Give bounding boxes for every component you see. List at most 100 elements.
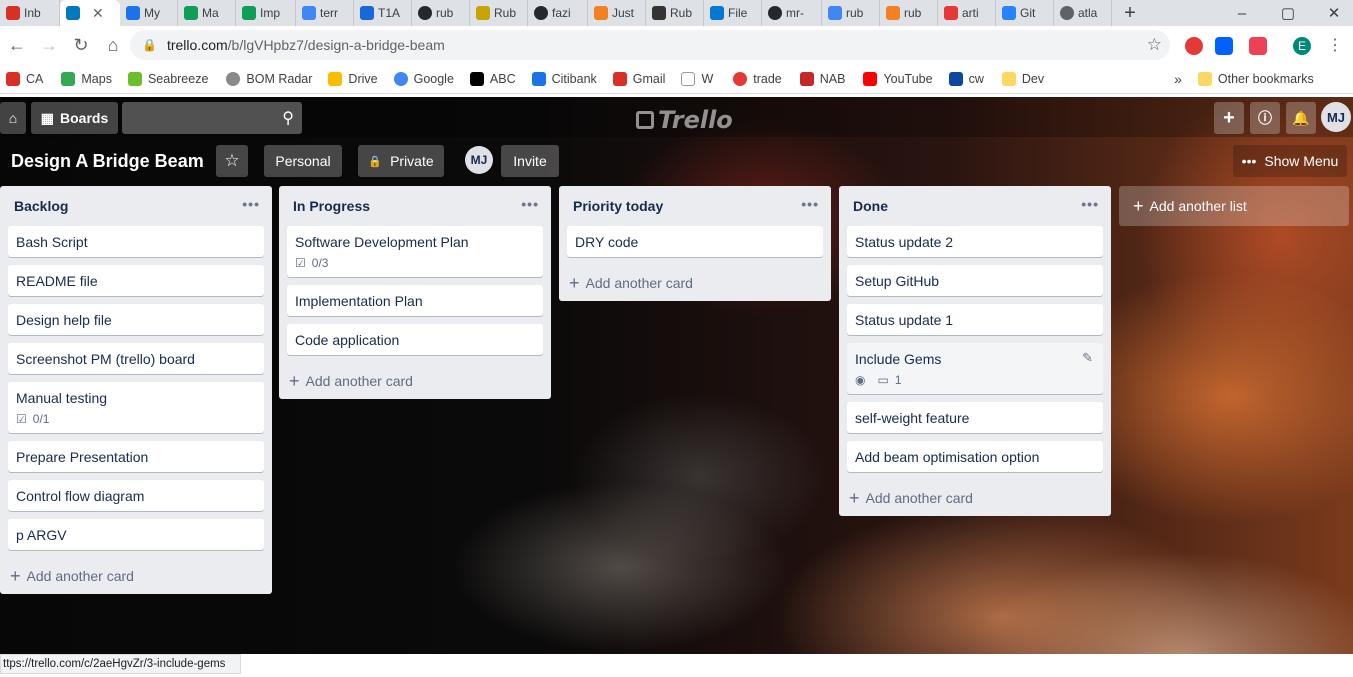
bookmark-gmail[interactable]: Gmail xyxy=(612,71,665,86)
card[interactable]: Prepare Presentation xyxy=(8,441,264,472)
card[interactable]: Include Gems ✎ ◉ ▭ 1 xyxy=(847,343,1103,394)
new-tab-button[interactable]: + xyxy=(1116,2,1144,25)
close-window-button[interactable]: ✕ xyxy=(1311,0,1353,26)
opera-extension-icon[interactable] xyxy=(1185,37,1203,55)
browser-tab[interactable]: rub xyxy=(880,0,938,26)
card[interactable]: Design help file xyxy=(8,304,264,335)
browser-tab[interactable]: File xyxy=(704,0,762,26)
card[interactable]: self-weight feature xyxy=(847,402,1103,433)
browser-tab[interactable]: arti xyxy=(938,0,996,26)
edit-card-pencil-icon[interactable]: ✎ xyxy=(1082,350,1093,366)
list-menu-icon[interactable]: ••• xyxy=(801,196,819,212)
reload-button[interactable]: ↻ xyxy=(66,30,96,60)
browser-tab[interactable]: Just xyxy=(588,0,646,26)
home-button[interactable]: ⌂ xyxy=(98,30,128,60)
add-card-button[interactable]: + Add another card xyxy=(839,480,1111,516)
browser-tab[interactable]: mr- xyxy=(762,0,822,26)
add-list-button[interactable]: + Add another list xyxy=(1119,186,1349,226)
address-bar[interactable]: 🔒 trello.com/b/lgVHpbz7/design-a-bridge-… xyxy=(130,30,1170,60)
create-button[interactable]: + xyxy=(1214,102,1244,134)
info-button[interactable]: ⓘ xyxy=(1250,102,1280,134)
browser-tab[interactable]: My xyxy=(120,0,178,26)
bookmark-drive[interactable]: Drive xyxy=(328,71,378,86)
bookmark-bom-radar[interactable]: BOM Radar xyxy=(226,71,312,86)
other-bookmarks[interactable]: Other bookmarks xyxy=(1197,71,1314,86)
list-header[interactable]: Backlog ••• xyxy=(0,186,272,226)
search-input[interactable]: ⚲ xyxy=(122,102,302,134)
card[interactable]: README file xyxy=(8,265,264,296)
bookmark-seabreeze[interactable]: Seabreeze xyxy=(127,71,208,86)
browser-tab[interactable]: T1A xyxy=(354,0,412,26)
browser-tab[interactable]: terr xyxy=(296,0,354,26)
list-header[interactable]: Done ••• xyxy=(839,186,1111,226)
card[interactable]: Control flow diagram xyxy=(8,480,264,511)
card[interactable]: Setup GitHub xyxy=(847,265,1103,296)
back-button[interactable]: ← xyxy=(2,30,32,60)
pocket-extension-icon[interactable] xyxy=(1249,37,1267,55)
browser-tab[interactable]: rub xyxy=(822,0,880,26)
bookmark-dev[interactable]: Dev xyxy=(1001,71,1044,86)
bookmark-maps[interactable]: Maps xyxy=(61,71,112,86)
bookmark-nab[interactable]: NAB xyxy=(799,71,845,86)
list-menu-icon[interactable]: ••• xyxy=(1081,196,1099,212)
add-card-button[interactable]: + Add another card xyxy=(0,558,272,594)
bookmark-abc[interactable]: ABC xyxy=(469,71,516,86)
browser-tab[interactable]: Rub xyxy=(470,0,528,26)
team-visibility-button[interactable]: Personal xyxy=(264,145,342,177)
card[interactable]: Software Development Plan ☑ 0/3 xyxy=(287,226,543,277)
browser-tab[interactable]: atla xyxy=(1054,0,1112,26)
card[interactable]: Add beam optimisation option xyxy=(847,441,1103,472)
browser-tab[interactable]: Imp xyxy=(236,0,296,26)
card[interactable]: Screenshot PM (trello) board xyxy=(8,343,264,374)
board-title[interactable]: Design A Bridge Beam xyxy=(11,151,204,172)
card[interactable]: Status update 2 xyxy=(847,226,1103,257)
card[interactable]: Implementation Plan xyxy=(287,285,543,316)
member-avatar[interactable]: MJ xyxy=(465,146,493,174)
browser-tab[interactable]: Rub xyxy=(646,0,704,26)
profile-avatar[interactable]: E xyxy=(1293,37,1311,55)
show-menu-button[interactable]: ••• Show Menu xyxy=(1233,145,1347,177)
browser-menu-icon[interactable]: ⋮ xyxy=(1326,37,1344,55)
bookmark-trade[interactable]: trade xyxy=(733,71,782,86)
user-avatar[interactable]: MJ xyxy=(1321,102,1351,132)
privacy-button[interactable]: 🔒 Private xyxy=(358,145,444,177)
browser-tab[interactable]: rub xyxy=(412,0,470,26)
bookmark-cw[interactable]: cw xyxy=(948,71,984,86)
card[interactable]: Manual testing ☑ 0/1 xyxy=(8,382,264,433)
dropbox-extension-icon[interactable] xyxy=(1215,37,1233,55)
bookmark-star-icon[interactable]: ☆ xyxy=(1147,35,1162,55)
browser-tab-active[interactable]: ✕ xyxy=(60,0,120,26)
list-header[interactable]: Priority today ••• xyxy=(559,186,831,226)
star-board-button[interactable]: ☆ xyxy=(216,145,248,177)
trello-logo[interactable]: Trello xyxy=(636,106,733,134)
invite-button[interactable]: Invite xyxy=(501,145,559,177)
browser-tab[interactable]: fazi xyxy=(528,0,588,26)
home-button[interactable]: ⌂ xyxy=(0,102,26,134)
add-card-button[interactable]: + Add another card xyxy=(559,265,831,301)
card[interactable]: Code application xyxy=(287,324,543,355)
maximize-window-button[interactable]: ▢ xyxy=(1265,0,1311,26)
bookmark-ca[interactable]: CA xyxy=(6,71,43,86)
bookmark-citibank[interactable]: Citibank xyxy=(531,71,597,86)
forward-button[interactable]: → xyxy=(34,30,64,60)
card[interactable]: p ARGV xyxy=(8,519,264,550)
horizontal-scrollbar[interactable] xyxy=(241,656,1353,666)
browser-tab[interactable]: Ma xyxy=(178,0,236,26)
notifications-bell-icon[interactable]: 🔔 xyxy=(1286,102,1316,134)
card[interactable]: Status update 1 xyxy=(847,304,1103,335)
address-url[interactable]: trello.com/b/lgVHpbz7/design-a-bridge-be… xyxy=(167,37,445,53)
browser-tab[interactable]: Git xyxy=(996,0,1054,26)
bookmark-google[interactable]: Google xyxy=(393,71,454,86)
browser-tab[interactable]: Inb xyxy=(0,0,60,26)
minimize-window-button[interactable]: – xyxy=(1219,0,1265,26)
bookmark-youtube[interactable]: YouTube xyxy=(863,71,933,86)
add-card-button[interactable]: + Add another card xyxy=(279,363,551,399)
card[interactable]: Bash Script xyxy=(8,226,264,257)
list-menu-icon[interactable]: ••• xyxy=(521,196,539,212)
close-tab-icon[interactable]: ✕ xyxy=(92,5,104,22)
card[interactable]: DRY code xyxy=(567,226,823,257)
bookmark-w[interactable]: W xyxy=(681,71,713,86)
bookmarks-overflow-button[interactable]: » xyxy=(1174,71,1182,87)
list-menu-icon[interactable]: ••• xyxy=(242,196,260,212)
list-header[interactable]: In Progress ••• xyxy=(279,186,551,226)
